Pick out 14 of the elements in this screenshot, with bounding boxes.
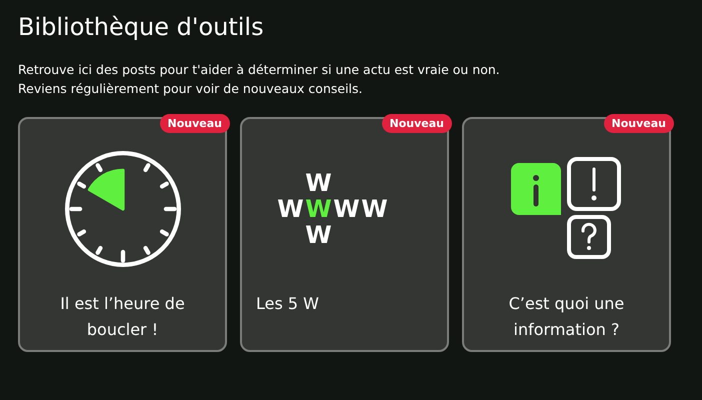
letters-drawing: W WWWW W	[276, 170, 388, 248]
new-badge: Nouveau	[604, 114, 674, 133]
page-title: Bibliothèque d'outils	[18, 12, 265, 43]
intro-text: Retrouve ici des posts pour t'aider à déterminer si une actu est vraie ou non.	[18, 61, 501, 79]
card-title: Les 5 W	[255, 293, 320, 315]
tool-card[interactable]: Nouveau C’est quoi une information ?	[462, 117, 671, 352]
card-title: C’est quoi une information ?	[508, 293, 626, 341]
clock-icon	[64, 151, 180, 267]
new-badge: Nouveau	[382, 114, 452, 133]
tool-card[interactable]: Nouveau Il est l’heure de boucler !	[18, 117, 227, 352]
new-badge: Nouveau	[160, 114, 230, 133]
intro-text: Reviens régulièrement pour voir de nouveaux conseils.	[18, 80, 364, 98]
tool-card[interactable]: Nouveau W WWWW W Les 5 W	[240, 117, 449, 352]
card-title: Il est l’heure de boucler !	[59, 293, 186, 341]
